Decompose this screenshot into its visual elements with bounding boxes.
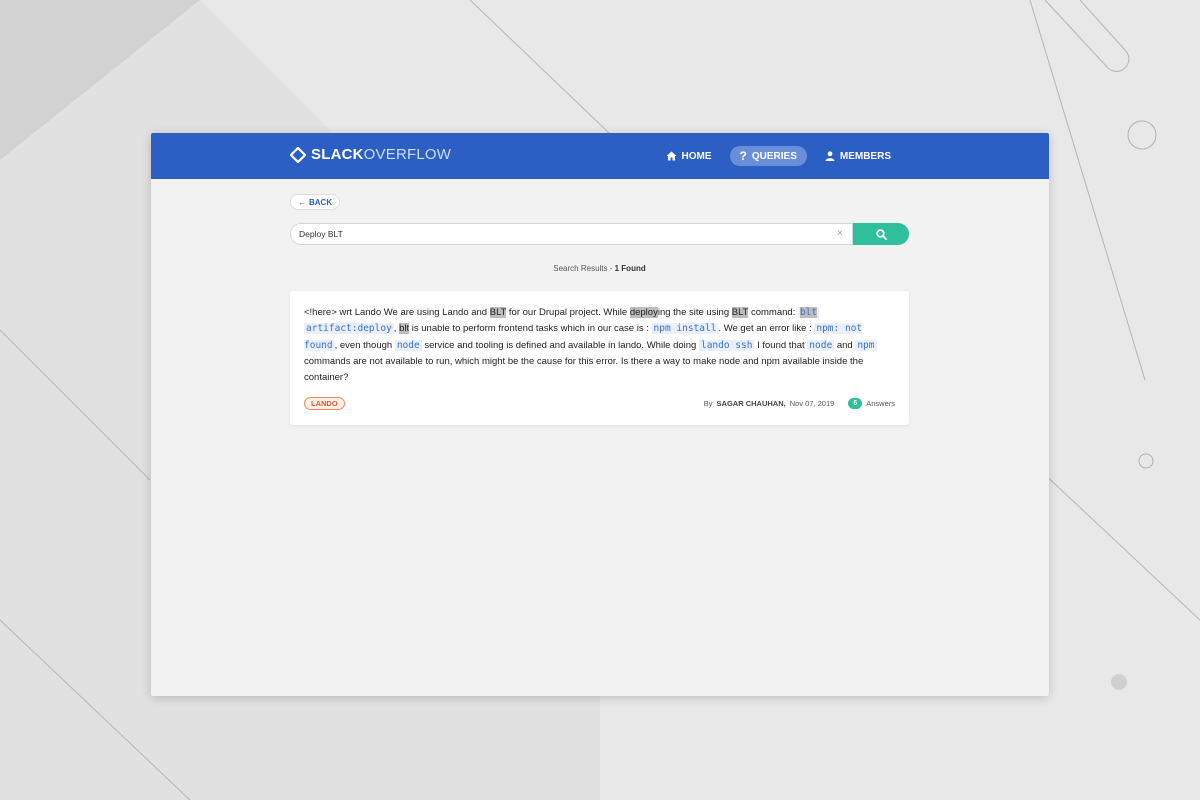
results-summary: Search Results - 1 Found xyxy=(290,264,909,273)
nav-item-queries[interactable]: ? QUERIES xyxy=(729,146,807,166)
nav-item-home[interactable]: HOME xyxy=(656,146,722,166)
search-highlight: BLT xyxy=(489,307,507,318)
brand-name-part2: OVERFLOW xyxy=(363,146,452,163)
nav-label-queries: QUERIES xyxy=(751,150,797,162)
clear-icon[interactable]: × xyxy=(837,228,843,239)
search-button[interactable] xyxy=(853,223,909,245)
by-label: By xyxy=(703,399,713,408)
tag-badge[interactable]: LANDO xyxy=(304,397,345,410)
brand-logo[interactable]: SLACK OVERFLOW xyxy=(290,146,451,163)
result-card[interactable]: <!here> wrt Lando We are using Lando and… xyxy=(290,291,909,425)
inline-code: lando ssh xyxy=(698,339,755,351)
result-footer: LANDO By SAGAR CHAUHAN, Nov 07, 2019 6 A… xyxy=(304,397,895,411)
text-segment: service and tooling is defined and avail… xyxy=(421,339,699,351)
diamond-logo-icon xyxy=(290,146,306,163)
search-icon xyxy=(875,228,887,240)
search-bar: × xyxy=(290,223,909,245)
search-highlight: blt xyxy=(799,307,818,318)
result-meta: By SAGAR CHAUHAN, Nov 07, 2019 6 Answers xyxy=(704,398,895,409)
text-segment: commands are not available to run, which… xyxy=(304,355,864,384)
search-highlight: BLT xyxy=(731,307,749,318)
nav-item-members[interactable]: MEMBERS xyxy=(815,146,901,166)
back-button[interactable]: ← BACK xyxy=(290,194,341,210)
arrow-left-icon: ← xyxy=(298,197,306,207)
question-icon: ? xyxy=(739,149,747,163)
text-segment: I found that xyxy=(754,339,808,351)
inline-code: artifact:deploy xyxy=(304,323,394,335)
answers-label: Answers xyxy=(866,399,895,408)
search-input[interactable] xyxy=(290,223,853,245)
author-name[interactable]: SAGAR CHAUHAN, xyxy=(717,399,786,408)
text-segment: is unable to perform frontend tasks whic… xyxy=(409,323,652,335)
results-prefix: Search Results - xyxy=(553,264,615,273)
app-window: SLACK OVERFLOW HOME ? QUERIES MEMBERS ← … xyxy=(151,133,1049,696)
search-highlight: blt xyxy=(399,323,410,335)
main-nav: HOME ? QUERIES MEMBERS xyxy=(656,146,901,166)
text-segment: . We get an error like : xyxy=(718,323,815,335)
inline-code: npm xyxy=(855,339,877,351)
inline-code: npm install xyxy=(651,323,719,335)
nav-label-home: HOME xyxy=(681,150,712,162)
navbar: SLACK OVERFLOW HOME ? QUERIES MEMBERS xyxy=(151,133,1049,179)
nav-label-members: MEMBERS xyxy=(839,150,891,162)
inline-code: node xyxy=(807,339,835,351)
text-segment: for our Drupal project. While xyxy=(506,307,630,318)
inline-code: blt xyxy=(797,307,820,318)
user-icon xyxy=(825,151,835,161)
text-segment: <!here> wrt Lando We are using Lando and xyxy=(304,307,490,318)
inline-code: node xyxy=(394,339,422,351)
text-segment: , even though xyxy=(334,339,395,351)
text-segment: command: xyxy=(748,307,798,318)
brand-name-part1: SLACK xyxy=(311,146,364,163)
post-date: Nov 07, 2019 xyxy=(789,399,835,408)
text-segment: and xyxy=(834,339,856,351)
back-label: BACK xyxy=(309,197,333,207)
results-count: 1 Found xyxy=(614,264,646,273)
result-text[interactable]: <!here> wrt Lando We are using Lando and… xyxy=(304,305,892,386)
text-segment: ing the site using xyxy=(657,307,732,318)
search-highlight: deploy xyxy=(629,307,658,318)
answers-count-badge: 6 xyxy=(848,398,863,409)
home-icon xyxy=(666,151,677,161)
